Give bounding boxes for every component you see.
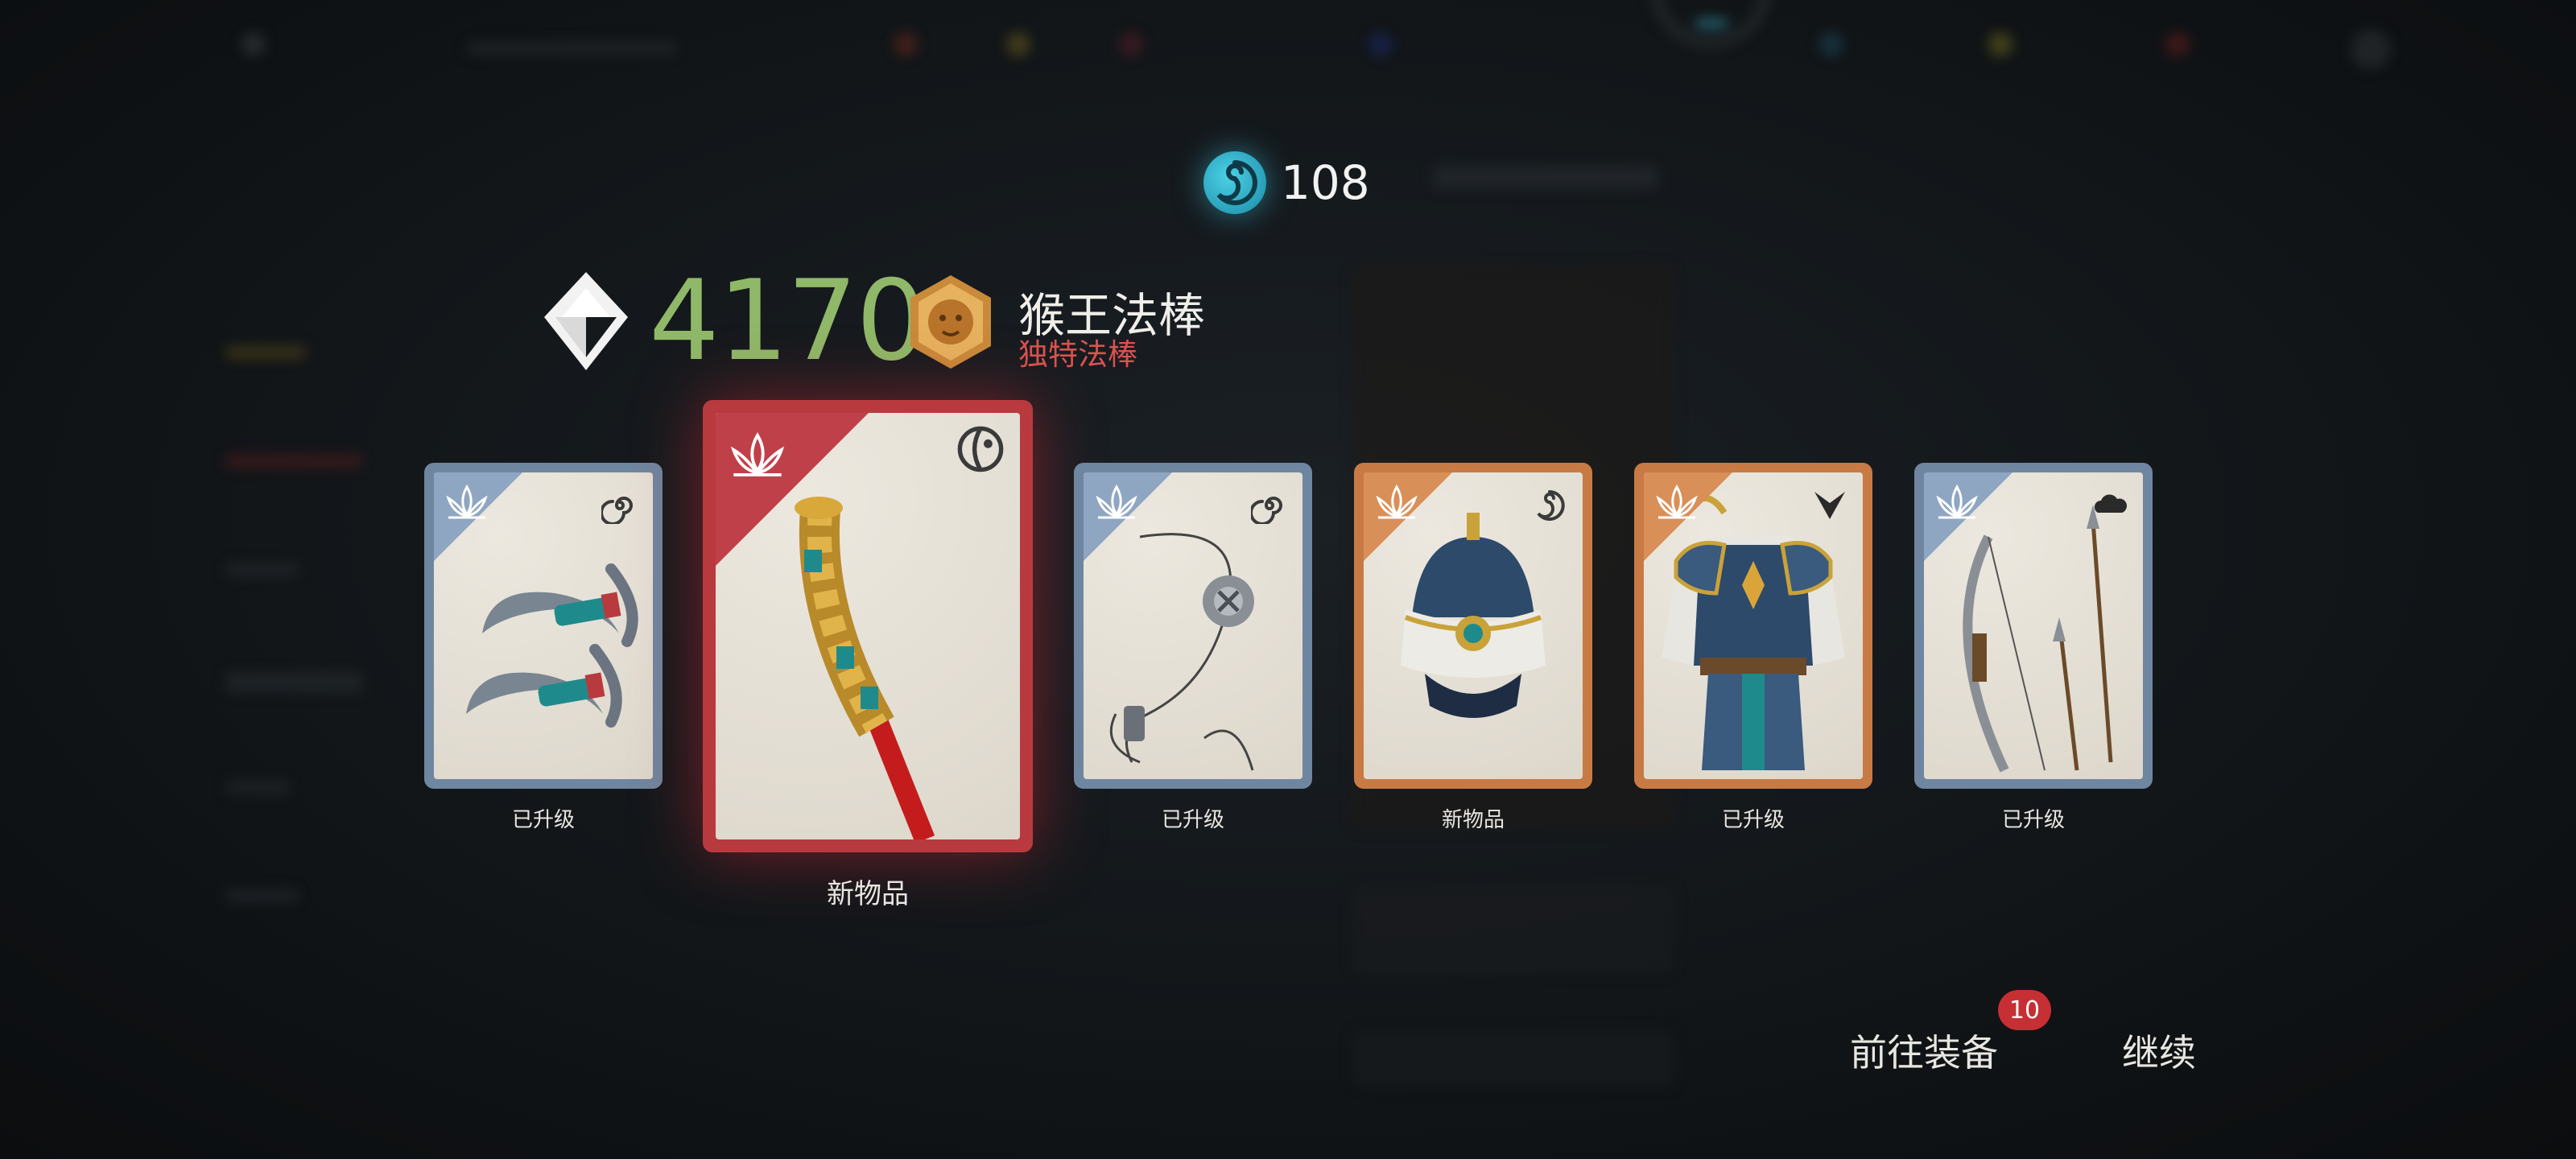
card-face <box>1364 472 1583 779</box>
water-swirl-icon <box>1203 151 1266 214</box>
bg-dot <box>1119 32 1143 56</box>
lotus-icon <box>1936 485 1978 519</box>
bg-avatar <box>242 32 266 56</box>
power-score: 4170 <box>538 256 927 386</box>
card-status-label: 新物品 <box>1441 808 1505 832</box>
card-helmet[interactable] <box>1354 463 1592 789</box>
currency-value: 108 <box>1281 155 1370 210</box>
bg-panel <box>1352 885 1674 974</box>
lotus-icon <box>1656 485 1698 519</box>
bg-dot <box>1368 32 1393 56</box>
card-bow[interactable] <box>1914 463 2153 789</box>
card-monkey-staff[interactable] <box>703 400 1033 852</box>
card-face <box>434 472 653 779</box>
lotus-icon <box>730 432 785 476</box>
card-face <box>716 413 1020 839</box>
equip-count-badge: 10 <box>1998 990 2051 1030</box>
bg-panel <box>1352 1030 1674 1087</box>
card-twin-sickles[interactable] <box>424 463 663 789</box>
lion-badge-icon <box>910 275 991 369</box>
continue-button[interactable]: 继续 <box>2122 1024 2196 1077</box>
bg-dot <box>1819 32 1843 56</box>
bg-bar <box>225 889 298 902</box>
bg-dot <box>2165 32 2190 56</box>
card-face <box>1084 472 1302 779</box>
card-status-label: 已升级 <box>511 808 575 832</box>
bg-bar <box>225 455 362 468</box>
card-status-label: 已升级 <box>2001 808 2065 832</box>
card-status-label: 已升级 <box>1721 808 1785 832</box>
card-status-label: 新物品 <box>827 878 909 910</box>
card-status-label: 已升级 <box>1161 808 1224 832</box>
power-value: 4170 <box>649 256 927 386</box>
cloud-icon <box>2094 494 2128 513</box>
lotus-icon <box>446 485 488 519</box>
bg-dot <box>2351 29 2391 69</box>
card-armor[interactable] <box>1634 463 1872 789</box>
card-face <box>1924 472 2143 779</box>
wind-spiral-icon <box>601 497 633 524</box>
yin-yang-icon <box>957 426 1004 472</box>
chevron-down-icon <box>1814 492 1845 519</box>
currency-display: 108 <box>1203 151 1370 214</box>
background-ring <box>1650 0 1771 48</box>
card-face <box>1644 472 1863 779</box>
item-type: 独特法棒 <box>1018 337 1137 372</box>
bg-bar <box>225 563 298 576</box>
bg-bar <box>225 672 362 693</box>
bg-bar <box>467 42 676 55</box>
wind-spiral-icon <box>1251 497 1282 524</box>
water-swirl-icon <box>1537 490 1565 521</box>
bg-bar <box>1433 165 1658 189</box>
card-rope-dart[interactable] <box>1074 463 1312 789</box>
bg-dot <box>894 32 918 56</box>
power-diamond-icon <box>544 272 628 370</box>
lotus-icon <box>1376 485 1418 519</box>
lotus-icon <box>1096 485 1137 519</box>
bg-dot <box>1988 32 2013 56</box>
bg-bar <box>225 346 306 359</box>
go-to-equip-button[interactable]: 前往装备 <box>1850 1024 1998 1077</box>
bg-dot <box>1006 32 1030 56</box>
bg-bar <box>225 781 290 794</box>
